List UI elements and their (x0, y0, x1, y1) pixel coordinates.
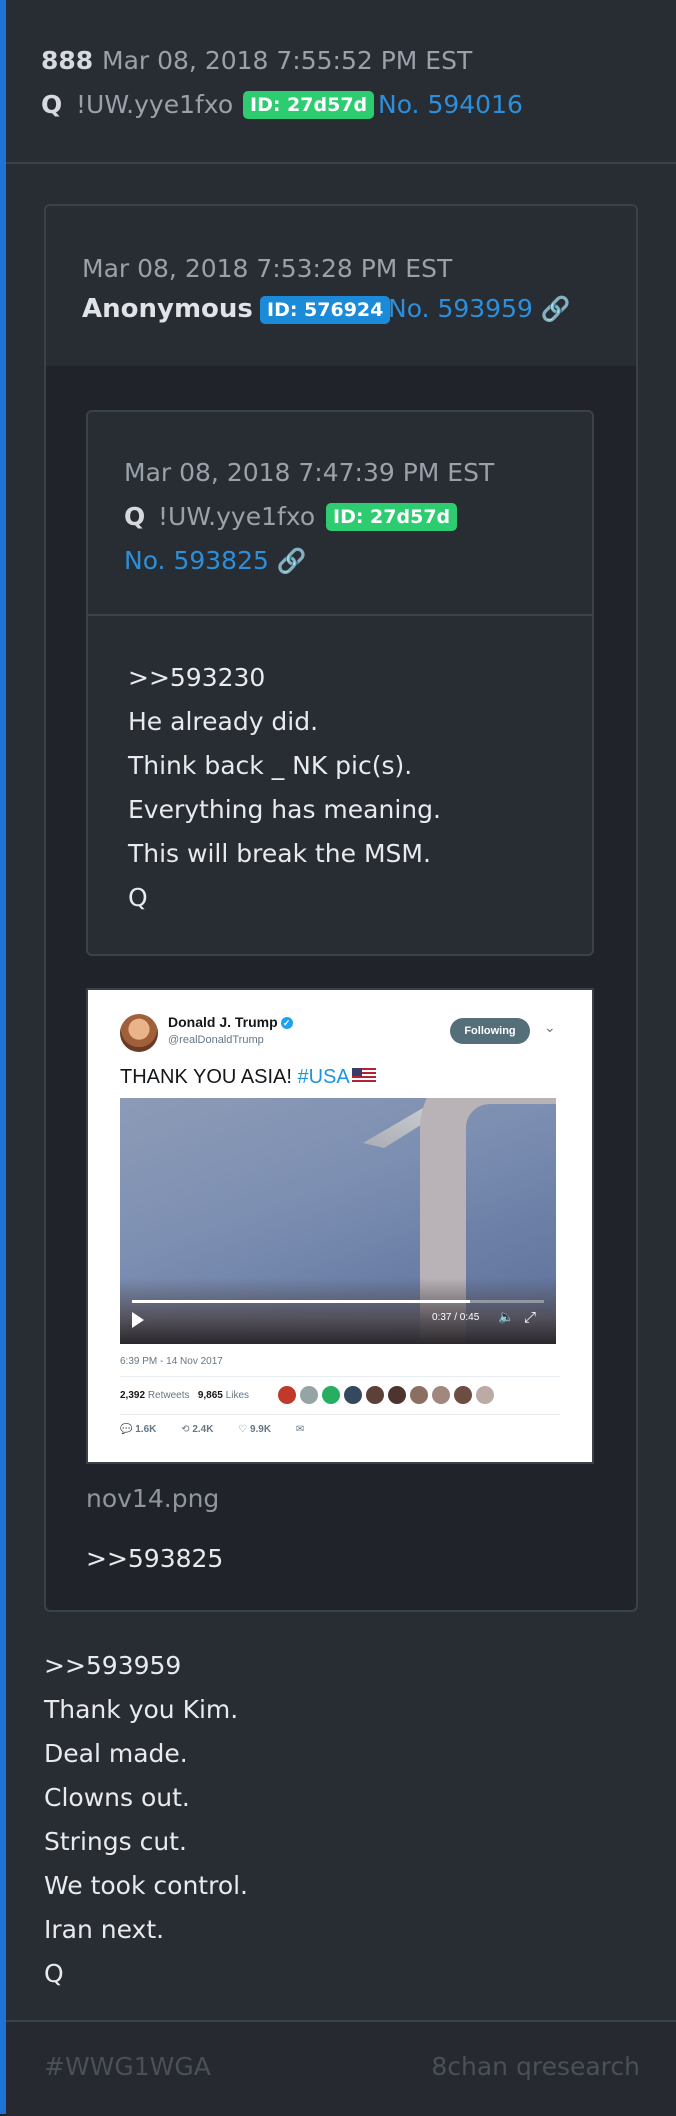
nested-post-message: >>593230 He already did. Think back _ NK… (128, 656, 441, 920)
liker-avatar (322, 1386, 340, 1404)
post-id-badge[interactable]: ID: 27d57d (243, 91, 375, 119)
message-line[interactable]: >>593230 (128, 656, 441, 700)
quoted-post-header: Mar 08, 2018 7:53:28 PM EST Anonymous ID… (46, 206, 636, 368)
like-count: 9,865 (197, 1390, 223, 1401)
message-line: We took control. (44, 1871, 249, 1900)
volume-icon: 🔈 (498, 1310, 515, 1325)
nested-quoted-post: Mar 08, 2018 7:47:39 PM EST Q !UW.yye1fx… (86, 410, 594, 956)
message-line: Iran next. (44, 1915, 165, 1944)
retweet-action: ⟲ 2.4K (181, 1424, 214, 1435)
video-time: 0:37 / 0:45 (432, 1312, 480, 1323)
liker-avatar (410, 1386, 428, 1404)
video-progress-bar (132, 1300, 544, 1303)
nested-post-author: Q (124, 502, 146, 531)
tweet-divider (120, 1376, 560, 1377)
attachment-filename[interactable]: nov14.png (86, 1484, 219, 1513)
post-index: 888 (41, 46, 94, 75)
quoted-post-number[interactable]: No. 593959 (388, 294, 533, 323)
message-line[interactable]: >>593959 (44, 1644, 248, 1688)
liker-avatar (454, 1386, 472, 1404)
footer-board: 8chan qresearch (431, 2052, 640, 2081)
post-message: >>593959 Thank you Kim. Deal made. Clown… (44, 1644, 248, 1996)
like-label: Likes (225, 1390, 250, 1401)
link-icon[interactable]: 🔗 (541, 295, 571, 323)
quoted-post-number-link[interactable]: No. 593959 🔗 (388, 294, 571, 323)
tweet-hashtag: #USA (297, 1066, 350, 1088)
tweet-text-body: THANK YOU ASIA! (120, 1066, 292, 1088)
video-progress-fill (132, 1300, 470, 1303)
nested-post-id-badge[interactable]: ID: 27d57d (326, 503, 458, 531)
liker-avatar (300, 1386, 318, 1404)
quoted-post-author: Anonymous (82, 294, 253, 324)
nested-post-date: Mar 08, 2018 7:47:39 PM EST (124, 458, 495, 487)
liker-avatar (432, 1386, 450, 1404)
liker-avatars (278, 1386, 498, 1408)
message-line: Think back _ NK pic(s). (128, 751, 413, 780)
post-author: Q (41, 90, 63, 119)
fullscreen-icon: ⤢ (524, 1308, 537, 1326)
quoted-post-id-badge[interactable]: ID: 576924 (260, 296, 391, 324)
footer-hashtag: #WWG1WGA (44, 2052, 211, 2081)
nested-post-header: Mar 08, 2018 7:47:39 PM EST Q !UW.yye1fx… (88, 412, 592, 616)
quoted-post-date: Mar 08, 2018 7:53:28 PM EST (82, 254, 453, 283)
verified-icon: ✓ (280, 1017, 293, 1029)
chevron-down-icon: ⌄ (544, 1020, 556, 1036)
tweet-timestamp: 6:39 PM - 14 Nov 2017 (120, 1356, 223, 1367)
like-action-count: 9.9K (249, 1424, 272, 1435)
liker-avatar (388, 1386, 406, 1404)
reply-action-count: 1.6K (135, 1424, 157, 1435)
us-flag-icon (351, 1068, 376, 1084)
liker-avatar (476, 1386, 494, 1404)
message-line: Q (128, 883, 148, 912)
reply-action: 💬 1.6K (120, 1424, 157, 1435)
message-line: Thank you Kim. (44, 1695, 239, 1724)
nested-post-number[interactable]: No. 593825 (124, 546, 269, 575)
play-icon (132, 1312, 144, 1328)
quoted-post-body: Mar 08, 2018 7:47:39 PM EST Q !UW.yye1fx… (46, 366, 636, 1610)
tweet-divider (120, 1414, 560, 1415)
message-line: Deal made. (44, 1739, 188, 1768)
tweet-handle: @realDonaldTrump (168, 1034, 264, 1046)
tweet-stats: 2,392 Retweets 9,865 Likes (120, 1390, 249, 1401)
video-frame-shade (120, 1278, 556, 1344)
quoted-post-message[interactable]: >>593825 (86, 1544, 223, 1573)
tweet-follow-button: Following (450, 1018, 530, 1044)
tweet-author-name: Donald J. Trump ✓ (168, 1014, 293, 1030)
link-icon[interactable]: 🔗 (277, 547, 307, 575)
retweet-action-count: 2.4K (192, 1424, 214, 1435)
message-line: Everything has meaning. (128, 795, 441, 824)
message-line: Q (44, 1959, 64, 1988)
post-footer: #WWG1WGA 8chan qresearch (6, 2020, 676, 2116)
tweet-video: 0:37 / 0:45 🔈 ⤢ (120, 1098, 556, 1344)
post-card: 888 Mar 08, 2018 7:55:52 PM EST Q !UW.yy… (0, 0, 676, 2116)
quoted-post: Mar 08, 2018 7:53:28 PM EST Anonymous ID… (44, 204, 638, 1612)
retweet-count: 2,392 (120, 1390, 146, 1401)
mail-icon: ✉ (295, 1424, 305, 1435)
tweet-author-name-text: Donald J. Trump (168, 1014, 278, 1030)
liker-avatar (344, 1386, 362, 1404)
message-line: He already did. (128, 707, 319, 736)
attachment-image[interactable]: Donald J. Trump ✓ @realDonaldTrump Follow… (86, 988, 594, 1464)
post-tripcode: !UW.yye1fxo (76, 90, 234, 119)
nested-post-number-link[interactable]: No. 593825 🔗 (124, 546, 307, 575)
like-action: ♡ 9.9K (238, 1424, 272, 1435)
post-header: 888 Mar 08, 2018 7:55:52 PM EST Q !UW.yy… (6, 0, 676, 164)
retweet-label: Retweets (147, 1390, 190, 1401)
post-date: Mar 08, 2018 7:55:52 PM EST (102, 46, 473, 75)
message-line: Clowns out. (44, 1783, 190, 1812)
liker-avatar (366, 1386, 384, 1404)
liker-avatar (278, 1386, 296, 1404)
tweet-text: THANK YOU ASIA! #USA (120, 1066, 376, 1089)
nested-post-tripcode: !UW.yye1fxo (158, 502, 316, 531)
message-line: This will break the MSM. (128, 839, 431, 868)
tweet-actions: 💬 1.6K ⟲ 2.4K ♡ 9.9K ✉ (120, 1424, 326, 1435)
message-line: Strings cut. (44, 1827, 187, 1856)
post-number-link[interactable]: No. 594016 (378, 90, 523, 119)
tweet-avatar (120, 1014, 158, 1052)
